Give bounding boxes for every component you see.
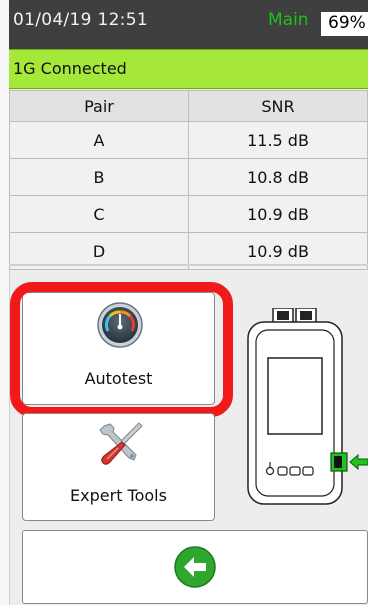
snr-cell: 10.8 dB	[188, 158, 368, 196]
status-mode: Main	[268, 10, 309, 30]
status-datetime: 01/04/19 12:51	[13, 10, 148, 30]
back-button[interactable]	[22, 530, 368, 604]
back-arrow-icon	[174, 546, 216, 588]
battery-indicator: 69%	[321, 12, 368, 36]
column-header-pair: Pair	[9, 90, 189, 122]
column-header-snr: SNR	[188, 90, 368, 122]
status-bar: 01/04/19 12:51 Main 69%	[9, 0, 368, 49]
expert-tools-button[interactable]: Expert Tools	[22, 413, 215, 521]
pair-cell: C	[9, 195, 189, 233]
pair-cell: A	[9, 121, 189, 159]
connection-status: 1G Connected	[13, 59, 127, 78]
table-row: A 11.5 dB	[9, 121, 368, 159]
connection-banner: 1G Connected	[9, 49, 368, 89]
table-divider	[9, 264, 368, 266]
snr-cell: 11.5 dB	[188, 121, 368, 159]
table-header-row: Pair SNR	[9, 90, 368, 122]
table-row: B 10.8 dB	[9, 158, 368, 196]
pair-cell: B	[9, 158, 189, 196]
snr-table: Pair SNR A 11.5 dB B 10.8 dB C 10.9 dB D…	[9, 90, 368, 270]
snr-cell: 10.9 dB	[188, 195, 368, 233]
table-row: C 10.9 dB	[9, 195, 368, 233]
battery-percent: 69%	[328, 13, 366, 33]
wrench-screwdriver-icon	[99, 422, 143, 465]
autotest-highlight	[10, 282, 233, 417]
tester-device-icon	[247, 308, 368, 505]
expert-tools-label: Expert Tools	[70, 486, 167, 505]
